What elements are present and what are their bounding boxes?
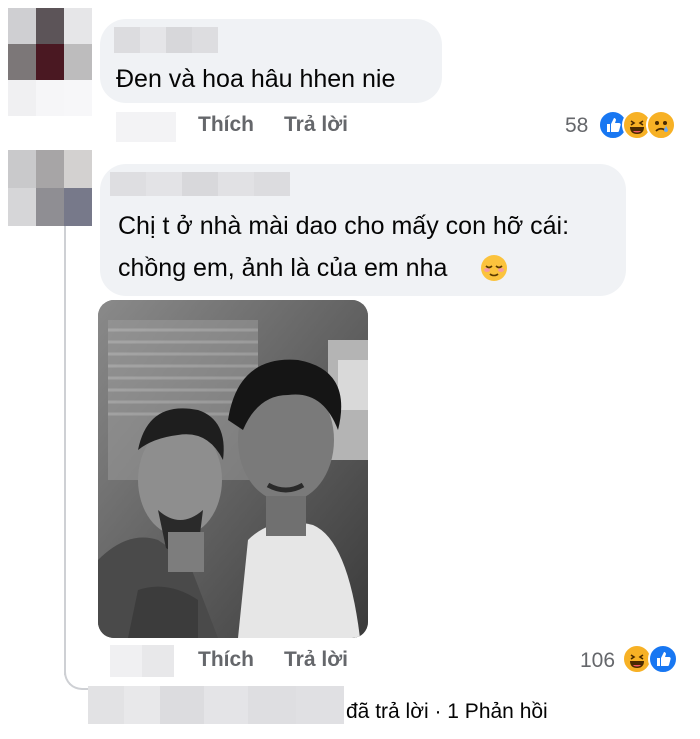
comment-1-bubble: Đen và hoa hâu hhen nie: [100, 19, 442, 103]
relieved-face-icon: [480, 254, 508, 282]
reply-avatar-blurred: [88, 686, 344, 724]
comment-1-text: Đen và hoa hâu hhen nie: [116, 65, 396, 93]
reaction-count[interactable]: 58: [565, 114, 588, 138]
commenter-name-blurred[interactable]: [110, 172, 290, 196]
reply-summary-text[interactable]: đã trả lời · 1 Phản hồi: [346, 700, 548, 724]
black-and-white-selfie-photo: [98, 300, 368, 638]
like-action[interactable]: Thích: [198, 113, 254, 137]
like-icon[interactable]: [648, 644, 678, 674]
comment-2-text-line-1: Chị t ở nhà mài dao cho mấy con hỡ cái:: [118, 212, 570, 240]
reaction-count[interactable]: 106: [580, 649, 615, 673]
comment-2-bubble: Chị t ở nhà mài dao cho mấy con hỡ cái: …: [100, 164, 626, 296]
comment-2-text-line-2: chồng em, ảnh là của em nha: [118, 254, 448, 282]
blurred-timestamp: [110, 645, 174, 677]
blurred-timestamp: [116, 112, 176, 142]
avatar-blurred[interactable]: [8, 150, 92, 226]
commenter-name-blurred[interactable]: [114, 27, 218, 53]
like-action[interactable]: Thích: [198, 648, 254, 672]
sad-icon[interactable]: [646, 110, 676, 140]
thread-line: [64, 225, 66, 675]
reply-action[interactable]: Trả lời: [284, 113, 348, 137]
avatar-blurred[interactable]: [8, 8, 92, 116]
comment-photo[interactable]: [98, 300, 368, 638]
reply-action[interactable]: Trả lời: [284, 648, 348, 672]
